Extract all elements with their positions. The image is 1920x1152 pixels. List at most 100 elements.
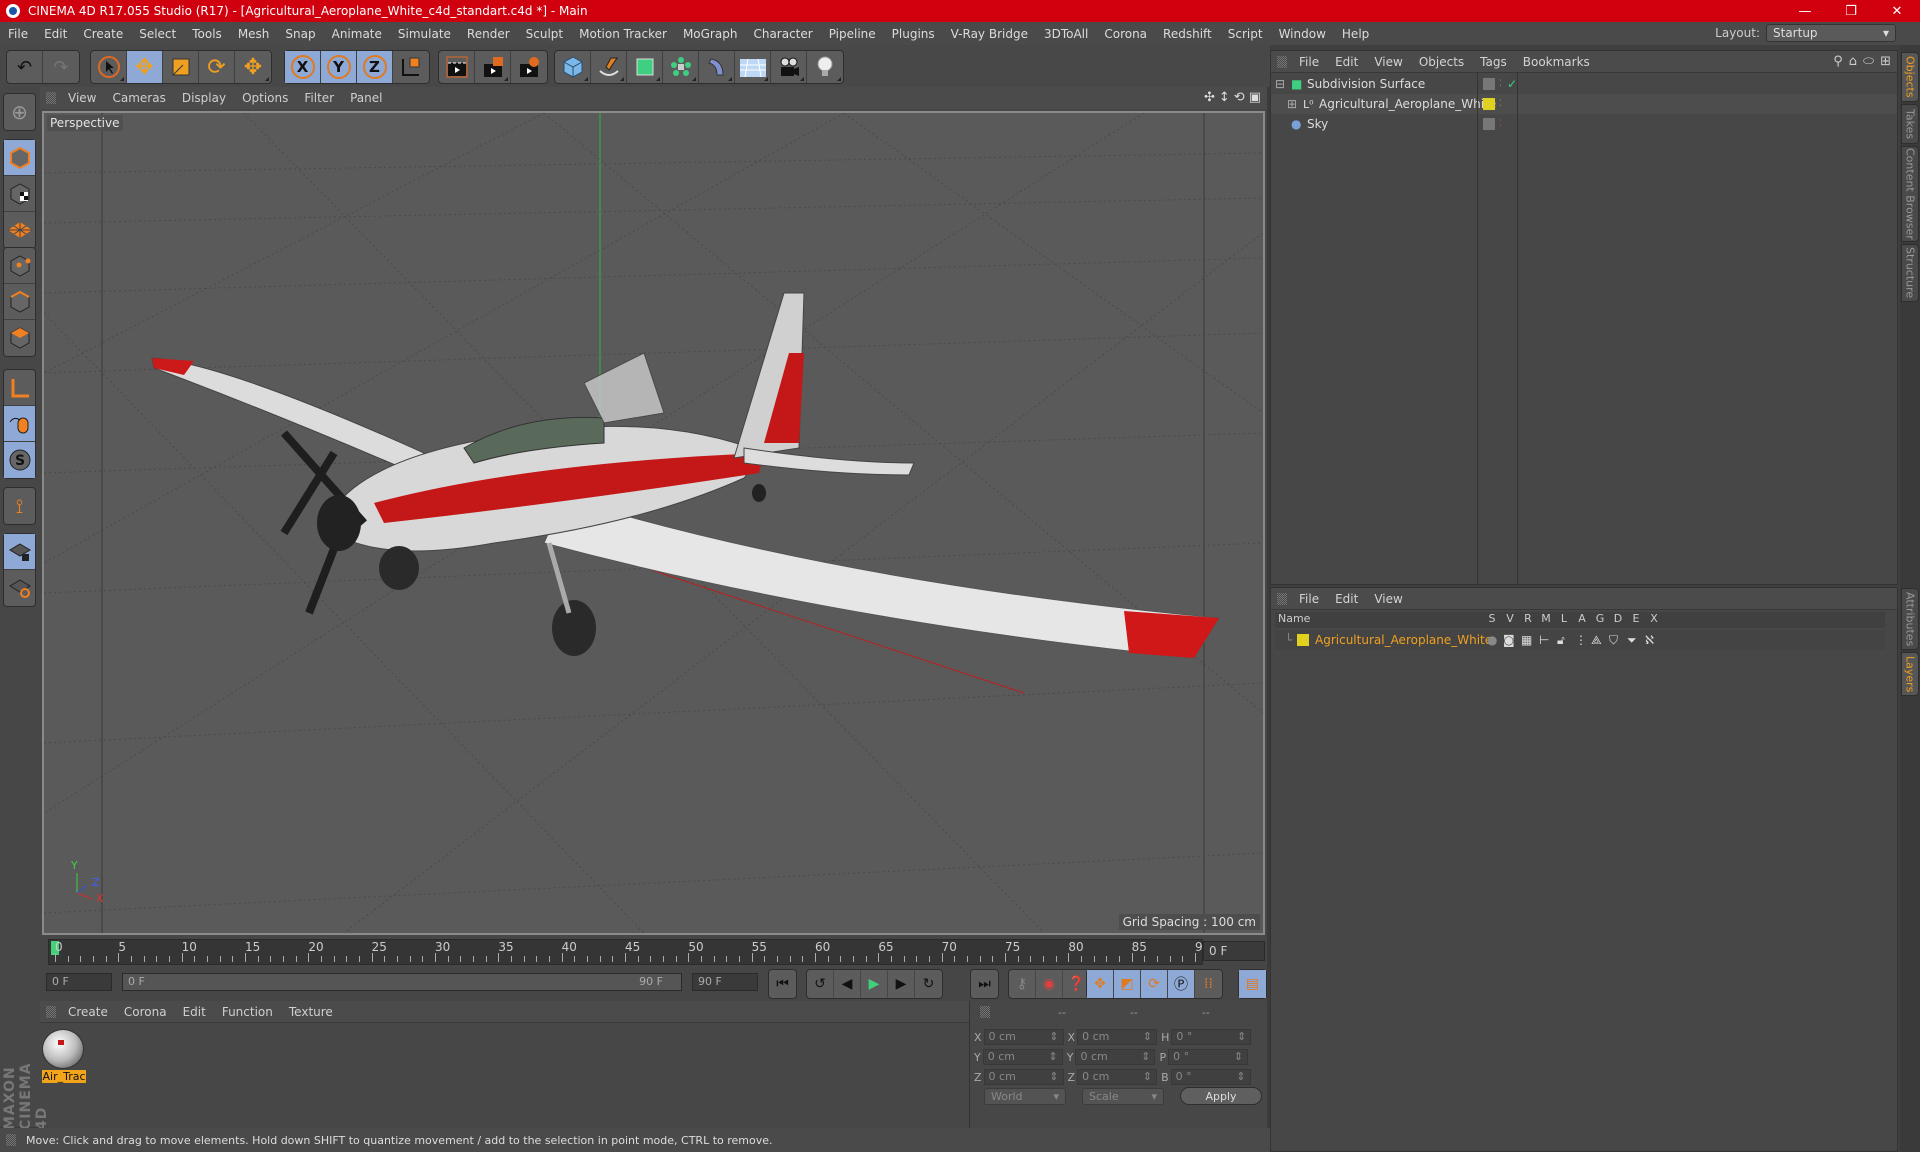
visibility-dots-icon[interactable]: ⁚ xyxy=(1499,79,1502,89)
position-key-button[interactable]: ✥ xyxy=(1087,970,1114,998)
planar-workplane-button[interactable] xyxy=(4,570,35,606)
end-frame-field[interactable]: 90 F xyxy=(692,973,758,991)
menu-edit[interactable]: Edit xyxy=(36,27,75,41)
ellipse-icon[interactable]: ⬭ xyxy=(1863,54,1874,69)
cloner-button[interactable] xyxy=(663,51,699,83)
viewport-menu-options[interactable]: Options xyxy=(234,91,296,105)
menu-render[interactable]: Render xyxy=(459,27,518,41)
previous-frame-button[interactable]: ◀ xyxy=(834,970,861,998)
menu-pipeline[interactable]: Pipeline xyxy=(821,27,884,41)
tab-layers[interactable]: Layers xyxy=(1901,652,1919,696)
object-row[interactable]: ⊞ L⁰ Agricultural_Aeroplane_White ⁚ xyxy=(1271,94,1897,114)
pan-view-icon[interactable]: ✣ xyxy=(1204,90,1215,105)
start-frame-field[interactable]: 0 F xyxy=(46,973,112,991)
size-z-field[interactable]: 0 cm ⇕ xyxy=(1077,1069,1158,1085)
editor-visibility-icon[interactable] xyxy=(1483,118,1495,130)
make-editable-button[interactable]: ⊕ xyxy=(4,94,35,130)
editor-visibility-icon[interactable] xyxy=(1483,78,1495,90)
tab-structure[interactable]: Structure xyxy=(1901,244,1919,302)
play-button[interactable]: ▶ xyxy=(861,970,888,998)
current-frame-field[interactable]: 0 F xyxy=(1203,941,1265,961)
panel-grip-icon[interactable] xyxy=(1277,592,1287,605)
next-key-button[interactable]: ↻ xyxy=(915,970,942,998)
render-settings-button[interactable] xyxy=(511,51,547,83)
material-menu-function[interactable]: Function xyxy=(214,1005,281,1019)
panel-grip-icon[interactable] xyxy=(1277,55,1287,68)
layers-menu-view[interactable]: View xyxy=(1366,592,1410,606)
menu-simulate[interactable]: Simulate xyxy=(390,27,459,41)
panel-grip-icon[interactable] xyxy=(46,1005,56,1018)
menu-redshift[interactable]: Redshift xyxy=(1155,27,1220,41)
z-axis-button[interactable]: Z xyxy=(357,51,393,83)
column-render[interactable]: R xyxy=(1519,612,1537,628)
move-tool-button[interactable]: ✥ xyxy=(127,51,163,83)
subdivision-button[interactable] xyxy=(627,51,663,83)
rotate-tool-button[interactable]: ⟳ xyxy=(199,51,235,83)
viewport-menu-panel[interactable]: Panel xyxy=(342,91,390,105)
menu-character[interactable]: Character xyxy=(745,27,820,41)
search-icon[interactable]: ⚲ xyxy=(1833,54,1843,69)
tab-takes[interactable]: Takes xyxy=(1901,104,1919,144)
deformer-icon[interactable]: ⛉ xyxy=(1609,633,1618,648)
position-y-field[interactable]: 0 cm ⇕ xyxy=(982,1049,1063,1065)
floor-button[interactable] xyxy=(735,51,771,83)
column-visible[interactable]: V xyxy=(1501,612,1519,628)
timeline-ruler[interactable]: 051015202530354045505560657075808590 xyxy=(48,939,1210,965)
transform-tool-button[interactable]: ✥ xyxy=(235,51,271,83)
animation-icon[interactable]: ⋮ xyxy=(1575,633,1587,647)
column-solo[interactable]: S xyxy=(1483,612,1501,628)
layer-color-swatch[interactable] xyxy=(1297,634,1309,646)
column-manager[interactable]: M xyxy=(1537,612,1555,628)
record-keys-button[interactable]: ⚷ xyxy=(1009,970,1036,998)
viewport-menu-view[interactable]: View xyxy=(60,91,104,105)
objects-menu-objects[interactable]: Objects xyxy=(1411,55,1472,69)
snapping-button[interactable]: S xyxy=(4,442,35,478)
layer-color-tag[interactable] xyxy=(1483,98,1495,110)
light-button[interactable] xyxy=(807,51,843,83)
dolly-view-icon[interactable]: ↕ xyxy=(1219,90,1230,105)
manager-icon[interactable]: ⊢ xyxy=(1539,633,1549,647)
home-icon[interactable]: ⌂ xyxy=(1849,54,1857,69)
expression-icon[interactable]: ⏷ xyxy=(1627,633,1637,648)
size-y-field[interactable]: 0 cm ⇕ xyxy=(1075,1049,1156,1065)
layout-dropdown[interactable]: Startup ▾ xyxy=(1766,24,1896,42)
maximize-view-icon[interactable]: ▣ xyxy=(1249,90,1261,105)
layers-menu-file[interactable]: File xyxy=(1291,592,1327,606)
locked-workplane-button[interactable] xyxy=(4,534,35,570)
tweak-mode-button[interactable] xyxy=(4,406,35,442)
material-menu-create[interactable]: Create xyxy=(60,1005,116,1019)
viewport-menu-filter[interactable]: Filter xyxy=(296,91,342,105)
objects-menu-view[interactable]: View xyxy=(1366,55,1410,69)
tab-objects[interactable]: Objects xyxy=(1901,52,1919,102)
menu-mesh[interactable]: Mesh xyxy=(230,27,278,41)
undo-button[interactable]: ↶ xyxy=(7,51,43,83)
scale-tool-button[interactable] xyxy=(163,51,199,83)
frame-range-slider[interactable]: 0 F 90 F xyxy=(122,973,682,991)
menu-3dtoall[interactable]: 3DToAll xyxy=(1036,27,1096,41)
material-menu-edit[interactable]: Edit xyxy=(175,1005,214,1019)
objects-menu-bookmarks[interactable]: Bookmarks xyxy=(1515,55,1598,69)
coordinate-system-button[interactable] xyxy=(393,51,429,83)
camera-button[interactable] xyxy=(771,51,807,83)
model-mode-button[interactable] xyxy=(4,140,35,176)
viewport-menu-display[interactable]: Display xyxy=(174,91,234,105)
menu-help[interactable]: Help xyxy=(1334,27,1377,41)
point-level-button[interactable]: ⁞⁞ xyxy=(1195,970,1222,998)
column-name[interactable]: Name xyxy=(1275,612,1483,628)
edges-mode-button[interactable] xyxy=(4,284,35,320)
render-picture-viewer-button[interactable] xyxy=(475,51,511,83)
column-expressions[interactable]: E xyxy=(1627,612,1645,628)
object-row[interactable]: ● Sky ⁚ xyxy=(1271,114,1897,134)
xref-icon[interactable]: ℵ xyxy=(1645,633,1654,647)
viewport-menu-cameras[interactable]: Cameras xyxy=(104,91,173,105)
timeline-window-button[interactable]: ▤ xyxy=(1239,970,1266,998)
magnet-button[interactable]: ⟟ xyxy=(4,488,35,524)
render-clapper-icon[interactable]: ▦ xyxy=(1521,633,1532,647)
new-window-icon[interactable]: ⊞ xyxy=(1880,54,1891,69)
rotation-key-button[interactable]: ⟳ xyxy=(1141,970,1168,998)
layer-row[interactable]: └ Agricultural_Aeroplane_White ● ◙ ▦ ⊢ 🔓… xyxy=(1275,630,1885,650)
autokey-button[interactable]: ◉ xyxy=(1036,970,1063,998)
deformer-button[interactable] xyxy=(699,51,735,83)
material-menu-corona[interactable]: Corona xyxy=(116,1005,175,1019)
column-locked[interactable]: L xyxy=(1555,612,1573,628)
